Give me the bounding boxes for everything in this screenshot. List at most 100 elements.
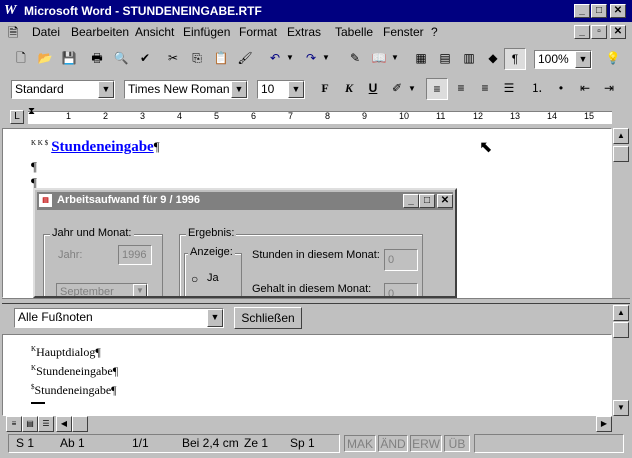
menu-extras[interactable]: Extras bbox=[287, 25, 321, 39]
month-dropdown-icon[interactable]: ▼ bbox=[133, 284, 147, 296]
justify-icon[interactable]: ☰ bbox=[498, 78, 520, 100]
word-logo-icon: W bbox=[4, 3, 17, 18]
close-footnotes-button[interactable]: Schließen bbox=[234, 307, 302, 329]
footnote-entry: KHauptdialog¶ bbox=[31, 341, 118, 360]
insert-autotext-icon[interactable]: ✎ bbox=[344, 48, 366, 70]
footnote-scrollbar[interactable]: ▲ ▼ bbox=[612, 304, 630, 416]
zoom-select[interactable]: 100% ▼ bbox=[534, 50, 592, 69]
undo-icon[interactable]: ↶ bbox=[264, 48, 286, 70]
bold-button[interactable]: F bbox=[314, 78, 336, 100]
footnote-area[interactable]: KHauptdialog¶ KStundeneingabe¶ $Stundene… bbox=[2, 334, 612, 416]
cut-icon[interactable]: ✂ bbox=[162, 48, 184, 70]
doc-close-button[interactable]: ✕ bbox=[610, 25, 626, 39]
zoom-dropdown-icon[interactable]: ▼ bbox=[575, 51, 591, 68]
menu-einfuegen[interactable]: Einfügen bbox=[183, 25, 230, 39]
scroll-up-icon[interactable]: ▲ bbox=[613, 128, 629, 144]
document-icon[interactable]: 🗎 bbox=[8, 24, 18, 46]
columns-icon[interactable]: ▥ bbox=[458, 48, 480, 70]
insert-table-icon[interactable]: ▦ bbox=[410, 48, 432, 70]
footnote-filter-select[interactable]: Alle Fußnoten ▼ bbox=[14, 308, 224, 328]
underline-button[interactable]: U bbox=[362, 78, 384, 100]
paste-icon[interactable]: 📋 bbox=[210, 48, 232, 70]
status-extend-indicator[interactable]: ERW bbox=[410, 435, 442, 452]
footnote-scroll-down-icon[interactable]: ▼ bbox=[613, 400, 629, 416]
maximize-button[interactable]: □ bbox=[591, 4, 607, 18]
group-year-month: Jahr und Monat: Jahr: 1996 September ▼ bbox=[43, 227, 163, 298]
print-preview-icon[interactable]: 🔍 bbox=[110, 48, 132, 70]
doc-restore-button[interactable]: ▫ bbox=[591, 25, 607, 39]
font-dropdown-icon[interactable]: ▼ bbox=[231, 81, 247, 98]
menu-help[interactable]: ? bbox=[431, 25, 438, 39]
menu-format[interactable]: Format bbox=[239, 25, 277, 39]
highlight-icon[interactable]: ✐ bbox=[386, 78, 408, 100]
font-size-dropdown-icon[interactable]: ▼ bbox=[288, 81, 304, 98]
heading-link[interactable]: Stundeneingabe bbox=[51, 139, 154, 155]
status-macro-indicator[interactable]: MAK bbox=[344, 435, 376, 452]
status-track-changes-indicator[interactable]: ÄND bbox=[378, 435, 408, 452]
ruler-number: 15 bbox=[584, 111, 595, 121]
group-year-month-label: Jahr und Monat: bbox=[50, 227, 134, 239]
font-size-select[interactable]: 10 ▼ bbox=[257, 80, 305, 99]
footnote-scroll-thumb[interactable] bbox=[613, 322, 629, 338]
hours-value: 0 bbox=[388, 254, 395, 266]
show-formatting-icon[interactable]: ¶ bbox=[504, 48, 526, 70]
ruler[interactable]: L ⧗ 1 2 3 4 5 6 7 8 9 10 11 12 13 14 15 bbox=[0, 106, 632, 128]
month-value: September bbox=[60, 286, 114, 298]
outline-view-icon[interactable]: ☰ bbox=[38, 416, 54, 432]
horizontal-scrollbar[interactable]: ≡ ▤ ☰ ◀ ▶ bbox=[2, 416, 630, 432]
redo-icon[interactable]: ↷ bbox=[300, 48, 322, 70]
doc-minimize-button[interactable]: _ bbox=[574, 25, 590, 39]
year-input[interactable]: 1996 bbox=[118, 245, 152, 265]
redo-dropdown-icon[interactable]: ▼ bbox=[322, 53, 330, 62]
decrease-indent-icon[interactable]: ⇤ bbox=[574, 78, 596, 100]
normal-view-icon[interactable]: ≡ bbox=[6, 416, 22, 432]
hscroll-thumb[interactable] bbox=[72, 416, 88, 432]
menu-datei[interactable]: Datei bbox=[32, 25, 60, 39]
footnote-scroll-up-icon[interactable]: ▲ bbox=[613, 305, 629, 321]
drawing-icon[interactable]: ◆ bbox=[482, 48, 504, 70]
italic-button[interactable]: K bbox=[338, 78, 360, 100]
document-scrollbar[interactable]: ▲ bbox=[612, 128, 630, 298]
bullet-list-icon[interactable]: • bbox=[550, 78, 572, 100]
scroll-thumb[interactable] bbox=[613, 146, 629, 162]
insert-address-icon[interactable]: 📖 bbox=[368, 48, 390, 70]
scroll-left-icon[interactable]: ◀ bbox=[56, 416, 72, 432]
address-dropdown-icon[interactable]: ▼ bbox=[391, 53, 399, 62]
dialog-minimize-button[interactable]: _ bbox=[403, 194, 419, 208]
menu-tabelle[interactable]: Tabelle bbox=[335, 25, 373, 39]
numbered-list-icon[interactable]: ⒈ bbox=[526, 78, 548, 100]
radio-yes-icon[interactable]: ○ bbox=[191, 272, 198, 286]
tip-wizard-icon[interactable]: 💡 bbox=[602, 48, 624, 70]
undo-dropdown-icon[interactable]: ▼ bbox=[286, 53, 294, 62]
hours-label: Stunden in diesem Monat: bbox=[252, 249, 380, 261]
dialog-close-button[interactable]: ✕ bbox=[437, 194, 453, 208]
menu-bearbeiten[interactable]: Bearbeiten bbox=[71, 25, 129, 39]
increase-indent-icon[interactable]: ⇥ bbox=[598, 78, 620, 100]
minimize-button[interactable]: _ bbox=[574, 4, 590, 18]
menu-fenster[interactable]: Fenster bbox=[383, 25, 424, 39]
new-document-icon[interactable]: 🗋 bbox=[10, 48, 32, 70]
dialog-maximize-button[interactable]: □ bbox=[419, 194, 435, 208]
style-dropdown-icon[interactable]: ▼ bbox=[98, 81, 114, 98]
month-select[interactable]: September ▼ bbox=[56, 283, 148, 298]
align-left-icon[interactable]: ≡ bbox=[426, 78, 448, 100]
menu-ansicht[interactable]: Ansicht bbox=[135, 25, 174, 39]
copy-icon[interactable]: ⎘ bbox=[186, 48, 208, 70]
format-painter-icon[interactable]: 🖌 bbox=[234, 48, 256, 70]
align-center-icon[interactable]: ≡ bbox=[450, 78, 472, 100]
status-position: Bei 2,4 cm bbox=[182, 436, 239, 450]
page-layout-view-icon[interactable]: ▤ bbox=[22, 416, 38, 432]
footnote-filter-dropdown-icon[interactable]: ▼ bbox=[207, 309, 223, 327]
highlight-dropdown-icon[interactable]: ▼ bbox=[408, 84, 416, 93]
status-overtype-indicator[interactable]: ÜB bbox=[444, 435, 470, 452]
insert-excel-icon[interactable]: ▤ bbox=[434, 48, 456, 70]
align-right-icon[interactable]: ≡ bbox=[474, 78, 496, 100]
save-icon[interactable]: 💾 bbox=[58, 48, 80, 70]
font-select[interactable]: Times New Roman ▼ bbox=[124, 80, 248, 99]
open-folder-icon[interactable]: 📂 bbox=[34, 48, 56, 70]
style-select[interactable]: Standard ▼ bbox=[11, 80, 115, 99]
spellcheck-icon[interactable]: ✔ bbox=[134, 48, 156, 70]
scroll-right-icon[interactable]: ▶ bbox=[596, 416, 612, 432]
print-icon[interactable]: 🖶 bbox=[86, 48, 108, 70]
close-button[interactable]: ✕ bbox=[610, 4, 626, 18]
